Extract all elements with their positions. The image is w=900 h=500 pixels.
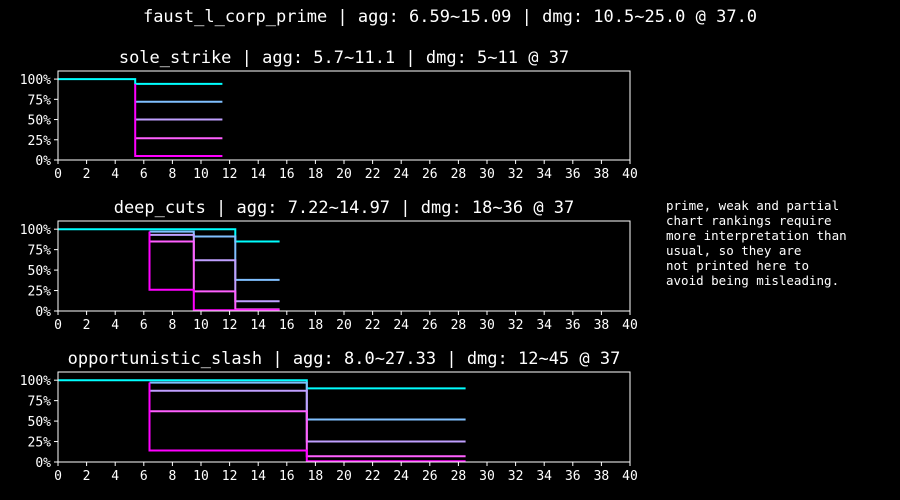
x-tick-label: 12 bbox=[222, 318, 238, 333]
y-tick-label: 50% bbox=[28, 264, 52, 279]
series-line-5 bbox=[148, 231, 280, 312]
y-tick-label: 0% bbox=[35, 154, 51, 169]
x-tick-label: 28 bbox=[451, 167, 467, 182]
x-tick-label: 30 bbox=[479, 469, 495, 484]
x-tick-label: 18 bbox=[308, 167, 324, 182]
x-tick-label: 32 bbox=[508, 167, 524, 182]
y-tick-label: 0% bbox=[35, 305, 51, 320]
x-tick-label: 14 bbox=[250, 318, 266, 333]
x-tick-label: 22 bbox=[365, 318, 381, 333]
axes-frame bbox=[57, 220, 631, 312]
series-line-1 bbox=[58, 379, 466, 390]
chart-title: deep_cuts | agg: 7.22~14.97 | dmg: 18~36… bbox=[114, 198, 575, 218]
x-tick-label: 18 bbox=[308, 469, 324, 484]
x-tick-label: 8 bbox=[168, 469, 176, 484]
x-tick-label: 26 bbox=[422, 167, 438, 182]
x-tick-label: 20 bbox=[336, 167, 352, 182]
x-tick-label: 24 bbox=[393, 167, 409, 182]
x-tick-label: 0 bbox=[54, 318, 62, 333]
x-tick-label: 18 bbox=[308, 318, 324, 333]
x-tick-label: 38 bbox=[594, 469, 610, 484]
y-tick-label: 25% bbox=[28, 134, 52, 149]
x-tick-label: 8 bbox=[168, 167, 176, 182]
x-tick-label: 32 bbox=[508, 318, 524, 333]
x-tick-label: 24 bbox=[393, 318, 409, 333]
x-tick-label: 4 bbox=[111, 167, 119, 182]
x-tick-label: 4 bbox=[111, 469, 119, 484]
ranking-note: prime, weak and partial chart rankings r… bbox=[666, 198, 847, 288]
x-tick-label: 22 bbox=[365, 167, 381, 182]
x-tick-label: 16 bbox=[279, 469, 295, 484]
x-tick-label: 6 bbox=[140, 167, 148, 182]
chart-2: deep_cuts | agg: 7.22~14.97 | dmg: 18~36… bbox=[20, 198, 638, 333]
x-tick-label: 40 bbox=[622, 318, 638, 333]
x-tick-label: 36 bbox=[565, 167, 581, 182]
x-tick-label: 34 bbox=[536, 469, 552, 484]
x-tick-label: 22 bbox=[365, 469, 381, 484]
x-tick-label: 2 bbox=[83, 469, 91, 484]
x-tick-label: 24 bbox=[393, 469, 409, 484]
chart-1: sole_strike | agg: 5.7~11.1 | dmg: 5~11 … bbox=[20, 48, 638, 182]
x-tick-label: 2 bbox=[83, 167, 91, 182]
x-tick-label: 10 bbox=[193, 469, 209, 484]
x-tick-label: 26 bbox=[422, 469, 438, 484]
y-tick-label: 0% bbox=[35, 456, 51, 471]
x-tick-label: 20 bbox=[336, 318, 352, 333]
x-tick-label: 26 bbox=[422, 318, 438, 333]
x-tick-label: 30 bbox=[479, 318, 495, 333]
series-line-1 bbox=[58, 78, 223, 85]
x-tick-label: 6 bbox=[140, 318, 148, 333]
series-line-2 bbox=[149, 230, 280, 281]
x-tick-label: 10 bbox=[193, 167, 209, 182]
x-tick-label: 2 bbox=[83, 318, 91, 333]
x-tick-label: 16 bbox=[279, 167, 295, 182]
x-tick-label: 32 bbox=[508, 469, 524, 484]
x-tick-label: 28 bbox=[451, 469, 467, 484]
x-tick-label: 30 bbox=[479, 167, 495, 182]
x-tick-label: 20 bbox=[336, 469, 352, 484]
y-tick-label: 75% bbox=[28, 244, 52, 259]
y-tick-label: 100% bbox=[20, 223, 51, 238]
x-tick-label: 28 bbox=[451, 318, 467, 333]
x-tick-label: 16 bbox=[279, 318, 295, 333]
x-tick-label: 14 bbox=[250, 469, 266, 484]
y-tick-label: 25% bbox=[28, 285, 52, 300]
x-tick-label: 40 bbox=[622, 469, 638, 484]
y-tick-label: 50% bbox=[28, 415, 52, 430]
chart-title: opportunistic_slash | agg: 8.0~27.33 | d… bbox=[68, 349, 621, 369]
x-tick-label: 14 bbox=[250, 167, 266, 182]
x-tick-label: 0 bbox=[54, 167, 62, 182]
chart-3: opportunistic_slash | agg: 8.0~27.33 | d… bbox=[20, 349, 638, 484]
x-tick-label: 34 bbox=[536, 167, 552, 182]
chart-title: sole_strike | agg: 5.7~11.1 | dmg: 5~11 … bbox=[119, 48, 569, 68]
axes-frame bbox=[57, 371, 631, 463]
x-tick-label: 34 bbox=[536, 318, 552, 333]
y-tick-label: 75% bbox=[28, 93, 52, 108]
x-tick-label: 38 bbox=[594, 318, 610, 333]
series-line-4 bbox=[149, 240, 280, 311]
y-tick-label: 50% bbox=[28, 114, 52, 129]
x-tick-label: 8 bbox=[168, 318, 176, 333]
x-tick-label: 4 bbox=[111, 318, 119, 333]
x-tick-label: 36 bbox=[565, 318, 581, 333]
x-tick-label: 12 bbox=[222, 469, 238, 484]
y-tick-label: 75% bbox=[28, 395, 52, 410]
x-tick-label: 36 bbox=[565, 469, 581, 484]
y-tick-label: 100% bbox=[20, 374, 51, 389]
y-tick-label: 100% bbox=[20, 73, 51, 88]
x-tick-label: 12 bbox=[222, 167, 238, 182]
x-tick-label: 40 bbox=[622, 167, 638, 182]
x-tick-label: 0 bbox=[54, 469, 62, 484]
x-tick-label: 38 bbox=[594, 167, 610, 182]
y-tick-label: 25% bbox=[28, 436, 52, 451]
x-tick-label: 6 bbox=[140, 469, 148, 484]
x-tick-label: 10 bbox=[193, 318, 209, 333]
